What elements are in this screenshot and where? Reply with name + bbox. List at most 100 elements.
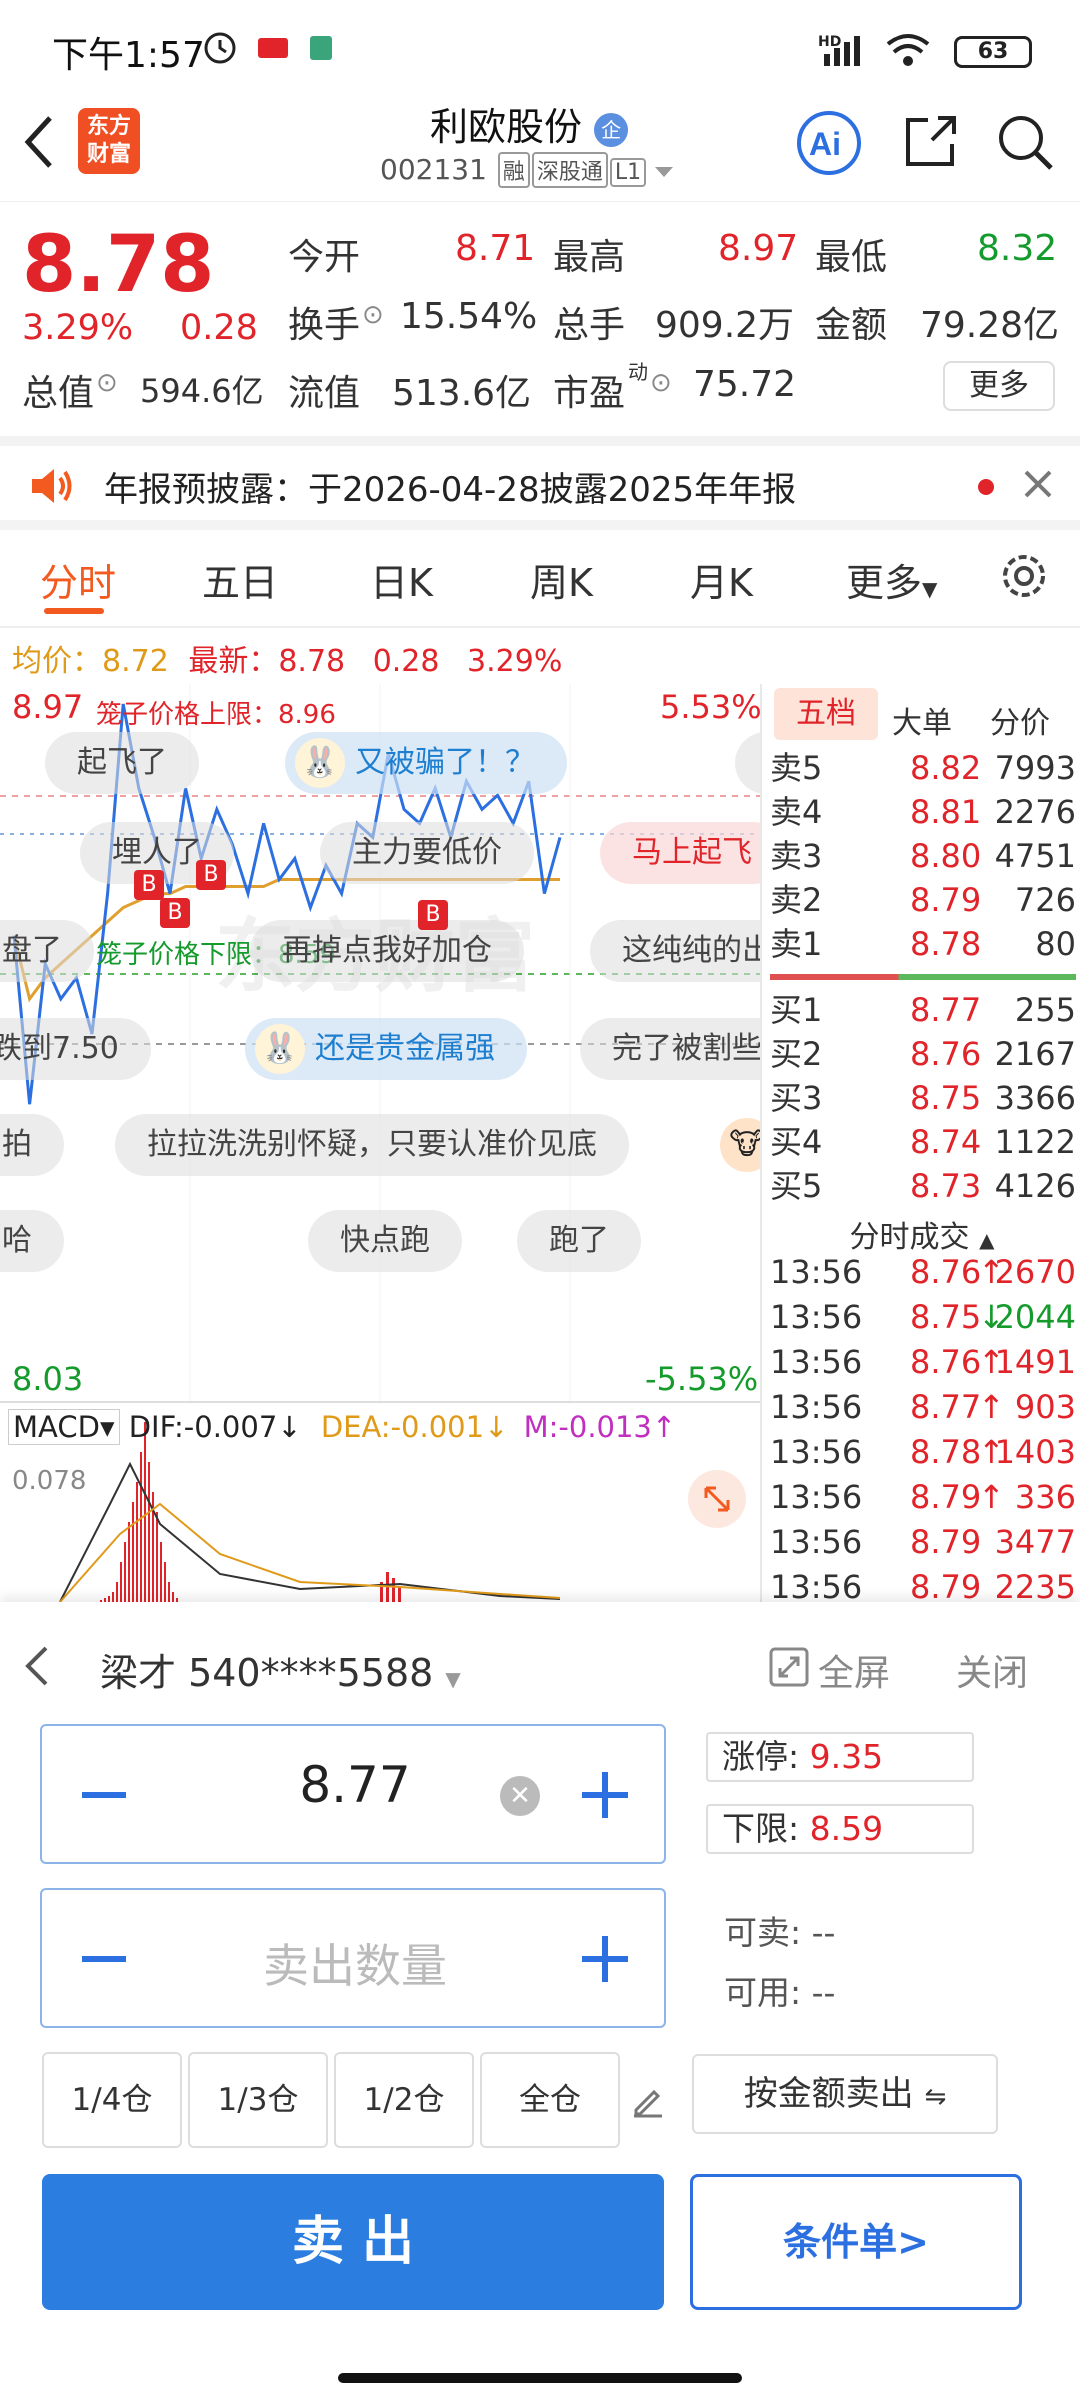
bid-row[interactable]: 买4 8.74 1122 (770, 1120, 1076, 1164)
trade-row: 13:56 8.79 2235 (770, 1565, 1076, 1602)
close-button[interactable]: 关闭 (956, 1644, 1028, 1696)
macd-dif-line (59, 1461, 561, 1602)
ask-row[interactable]: 卖3 8.80 4751 (770, 834, 1076, 878)
trade-list: 13:56 8.76 ↑ 2670 13:56 8.75 ↓ 2044 13:56 8.76 ↑ 14… (770, 1250, 1076, 1602)
comment-bubble[interactable]: 拍 (0, 1114, 64, 1176)
ask-row[interactable]: 卖2 8.79 726 (770, 878, 1076, 922)
intraday-chart[interactable]: 东方财富 8.97 笼子价格上限：8.96 5.53% 笼子价格下限：8.59 … (0, 684, 762, 1602)
search-icon[interactable] (995, 112, 1055, 172)
plus-icon[interactable] (580, 1934, 630, 1984)
home-indicator[interactable] (338, 2373, 742, 2383)
account-selector[interactable]: 梁才 540****5588 ▼ (100, 1642, 461, 1697)
comment-bubble[interactable]: 跑了 (517, 1210, 641, 1272)
available-label: 可用: (724, 1973, 802, 2012)
comment-bubble[interactable]: 马上起飞 (600, 822, 760, 884)
ai-icon[interactable]: Ai (796, 110, 862, 176)
trade-time: 13:56 (770, 1523, 863, 1561)
level-price: 8.74 (910, 1123, 982, 1161)
price-input[interactable]: 8.77 ✕ (40, 1724, 666, 1864)
level-volume: 1122 (994, 1123, 1076, 1161)
comment-bubble[interactable]: 起飞了 (45, 732, 199, 794)
ask-row[interactable]: 卖4 8.81 2276 (770, 790, 1076, 834)
share-icon[interactable] (900, 112, 960, 172)
notice-bar[interactable]: 年报预披露：于2026-04-28披露2025年年报 (0, 436, 1080, 530)
info-icon[interactable]: ⊙ (96, 368, 118, 398)
macd-bar (148, 1462, 150, 1602)
bid-row[interactable]: 买3 8.75 3366 (770, 1076, 1076, 1120)
comment-bubble[interactable]: 盘了 (0, 920, 94, 982)
level-volume: 3366 (994, 1079, 1076, 1117)
level-volume: 2167 (994, 1035, 1076, 1073)
tab-five-levels[interactable]: 五档 (774, 688, 878, 740)
level-label: 卖3 (770, 837, 823, 875)
conditional-order-button[interactable]: 条件单> (690, 2174, 1022, 2310)
limit-down-box: 下限: 8.59 (706, 1804, 974, 1854)
macd-selector[interactable]: MACD▾ (8, 1409, 120, 1445)
tab-five-day[interactable]: 五日 (202, 552, 278, 607)
trade-price: 8.79 (910, 1568, 982, 1602)
tab-more[interactable]: 更多▼ (846, 552, 937, 607)
comment-bubble[interactable]: 再掉点我好加仓 (250, 920, 524, 982)
comment-bubble[interactable]: 跌到7.50 (0, 1018, 151, 1080)
buy-marker[interactable]: B (196, 860, 226, 890)
comment-bubble[interactable]: 🐰 又被骗了！？ (285, 732, 567, 794)
bid-row[interactable]: 买2 8.76 2167 (770, 1032, 1076, 1076)
tab-weekly-k[interactable]: 周K (530, 552, 593, 607)
stock-name[interactable]: 利欧股份 企 (430, 96, 629, 151)
dropdown-icon[interactable] (655, 165, 673, 179)
fullscreen-icon[interactable] (768, 1646, 810, 1688)
latest-value: 8.78 (278, 644, 346, 679)
close-icon[interactable] (1022, 468, 1054, 500)
info-icon[interactable]: ⊙ (650, 368, 672, 398)
sell-button[interactable]: 卖 出 (42, 2174, 664, 2310)
buy-marker[interactable]: B (418, 900, 448, 930)
info-icon[interactable]: ⊙ (362, 300, 384, 330)
trade-time: 13:56 (770, 1478, 863, 1516)
tab-big-orders[interactable]: 大单 (892, 698, 952, 742)
ask-row[interactable]: 卖1 8.78 80 (770, 922, 1076, 966)
back-icon[interactable] (20, 112, 60, 172)
clear-icon[interactable]: ✕ (500, 1776, 540, 1816)
buy-marker[interactable]: B (160, 898, 190, 928)
comment-bubble[interactable]: 快点跑 (308, 1210, 462, 1272)
comment-bubble[interactable]: 哈 (0, 1210, 64, 1272)
sell-by-amount-button[interactable]: 按金额卖出 ⇋ (692, 2054, 998, 2134)
macd-bars (59, 1422, 561, 1602)
edit-icon[interactable] (630, 2082, 666, 2118)
trade-time: 13:56 (770, 1298, 863, 1336)
tab-intraday[interactable]: 分时 (40, 552, 116, 607)
level-label: 买5 (770, 1167, 823, 1205)
chart-low: 8.03 (12, 1360, 84, 1398)
level-price: 8.76 (910, 1035, 982, 1073)
can-sell: 可卖: -- (724, 1906, 835, 1954)
position-half-button[interactable]: 1/2仓 (334, 2052, 474, 2148)
market-cap-label: 总值 (22, 373, 95, 414)
trade-row: 13:56 8.75 ↓ 2044 (770, 1295, 1076, 1340)
bid-row[interactable]: 买5 8.73 4126 (770, 1164, 1076, 1208)
comment-bubble[interactable]: 完了被割些 (580, 1018, 760, 1080)
comment-bubble[interactable]: 主力要低价 (320, 822, 534, 884)
ask-row[interactable]: 卖5 8.82 7993 (770, 746, 1076, 790)
plus-icon[interactable] (580, 1770, 630, 1820)
settings-gear-icon[interactable] (998, 550, 1050, 602)
expand-icon[interactable] (688, 1470, 746, 1528)
bid-row[interactable]: 买1 8.77 255 (770, 988, 1076, 1032)
comment-bubble[interactable]: 这纯纯的出 (590, 920, 760, 982)
position-quarter-button[interactable]: 1/4仓 (42, 2052, 182, 2148)
back-icon[interactable] (22, 1644, 52, 1688)
tab-daily-k[interactable]: 日K (370, 552, 433, 607)
quantity-input[interactable]: 卖出数量 (40, 1888, 666, 2028)
more-button[interactable]: 更多 (943, 361, 1055, 411)
position-third-button[interactable]: 1/3仓 (188, 2052, 328, 2148)
comment-bubble[interactable]: 拉拉洗洗别怀疑，只要认准价见底 (115, 1114, 629, 1176)
tab-divider (0, 626, 1080, 628)
macd-bar (168, 1582, 170, 1602)
fullscreen-button[interactable]: 全屏 (818, 1644, 890, 1696)
level-label: 买2 (770, 1035, 823, 1073)
tab-price-dist[interactable]: 分价 (990, 698, 1050, 742)
limit-up-box: 涨停: 9.35 (706, 1732, 974, 1782)
comment-bubble[interactable]: 🐰 还是贵金属强 (245, 1018, 527, 1080)
buy-marker[interactable]: B (134, 870, 164, 900)
tab-monthly-k[interactable]: 月K (690, 552, 753, 607)
position-full-button[interactable]: 全仓 (480, 2052, 620, 2148)
